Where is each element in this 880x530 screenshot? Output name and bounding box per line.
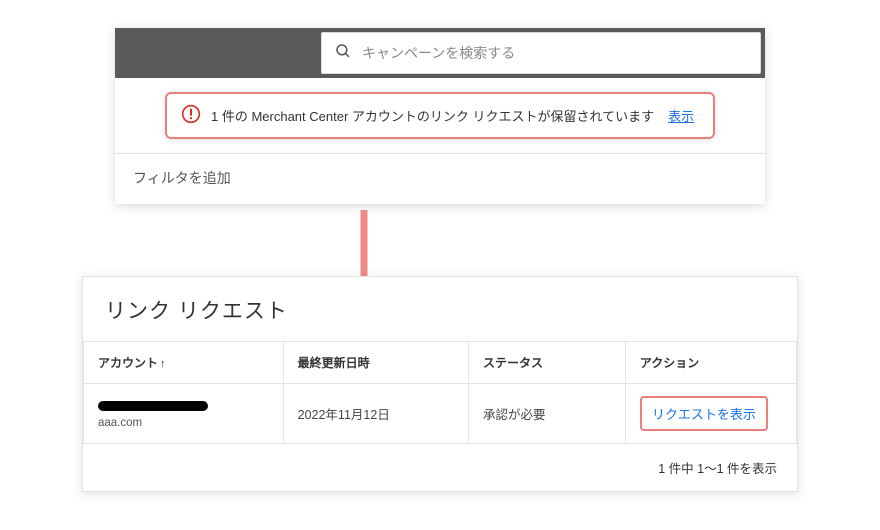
search-box[interactable] [321,32,761,74]
pager-text: 1 件中 1～1 件を表示 [83,444,797,491]
view-request-link[interactable]: リクエストを表示 [652,407,756,422]
alert-text: 1 件の Merchant Center アカウントのリンク リクエストが保留さ… [211,106,654,125]
cell-action: リクエストを表示 [625,384,796,444]
sort-asc-icon: ↑ [160,358,166,370]
merchant-alert: 1 件の Merchant Center アカウントのリンク リクエストが保留さ… [165,92,715,139]
table-row: aaa.com 2022年11月12日 承認が必要 リクエストを表示 [84,384,797,444]
panel-title: リンク リクエスト [83,277,797,341]
alert-show-link[interactable]: 表示 [668,106,694,125]
action-highlight: リクエストを表示 [640,396,768,431]
redacted-account-name [98,401,208,411]
account-domain: aaa.com [98,417,269,429]
table-header-row: アカウント↑ 最終更新日時 ステータス アクション [84,342,797,384]
requests-table: アカウント↑ 最終更新日時 ステータス アクション aaa.com 2022年1… [83,341,797,444]
search-input[interactable] [362,45,748,61]
search-icon [334,42,352,65]
add-filter[interactable]: フィルタを追加 [115,153,765,204]
header-bar [115,28,765,78]
col-account[interactable]: アカウント↑ [84,342,284,384]
cell-updated: 2022年11月12日 [283,384,468,444]
col-account-label: アカウント [98,356,158,370]
cell-status: 承認が必要 [469,384,626,444]
col-status[interactable]: ステータス [469,342,626,384]
col-action[interactable]: アクション [625,342,796,384]
alert-icon [181,104,201,127]
col-updated[interactable]: 最終更新日時 [283,342,468,384]
cell-account: aaa.com [84,384,284,444]
campaign-panel: 1 件の Merchant Center アカウントのリンク リクエストが保留さ… [115,28,765,204]
link-requests-panel: リンク リクエスト アカウント↑ 最終更新日時 ステータス アクション aaa.… [82,276,798,492]
